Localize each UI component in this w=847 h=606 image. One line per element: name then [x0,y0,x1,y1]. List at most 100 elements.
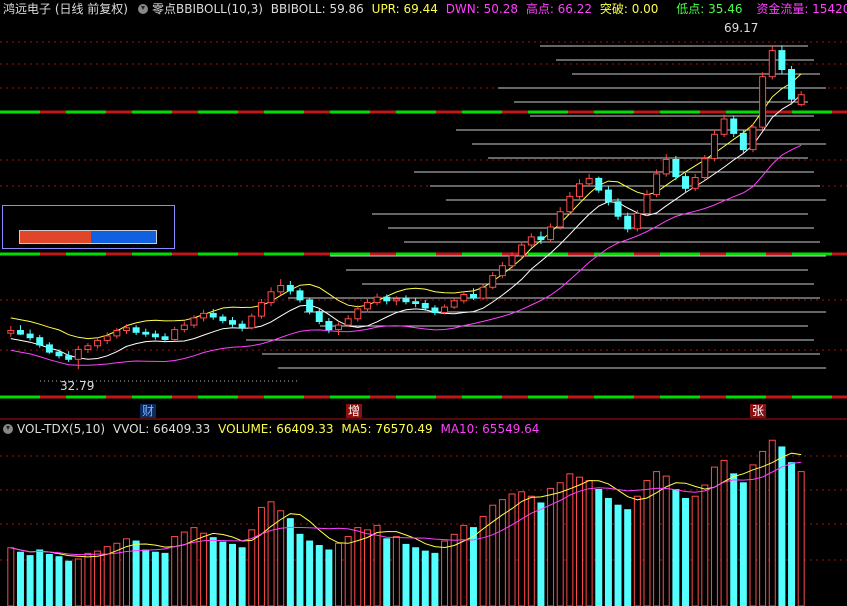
candle-body [26,333,34,339]
band-segment [370,252,396,256]
candle-body [16,330,24,335]
candle-body [691,177,699,189]
volume-bar [248,529,256,606]
volume-bar [691,495,699,606]
low-price-label: 32.79 [60,379,94,393]
candle-body [209,312,217,318]
volume-bar [778,446,786,606]
band-segment [396,252,436,256]
volume-bar [335,542,343,606]
band-segment [106,252,132,256]
volume-bar [55,556,63,606]
volume-bar [662,475,670,606]
candle-body [325,321,333,331]
volume-bar [103,546,111,606]
band-segment [396,110,436,114]
volume-bar [672,489,680,606]
candle-body [508,255,516,267]
fund-flow-value: 资金流量: 1542008 [756,2,847,16]
increase-mark[interactable]: 增 [346,404,363,418]
volume-value: VOLUME: 66409.33 [218,422,334,436]
volume-bar [614,504,622,606]
volume-bar [460,524,468,606]
volume-bar [373,524,381,606]
candle-body [797,94,805,106]
band-segment [238,110,264,114]
band-segment [462,110,502,114]
candle-body [662,159,670,175]
candle-body [633,213,641,230]
volume-bar [498,499,506,606]
volume-bar [508,493,516,606]
candle-body [344,318,352,326]
volume-bar [624,509,632,606]
candle-body [498,265,506,277]
band-segment [330,252,370,256]
volume-bar [595,489,603,606]
candle-body [537,236,545,241]
candle-body [65,355,73,360]
stock-title[interactable]: 鸿远电子 (日线 前复权) [3,2,128,16]
candle-body [527,236,535,246]
candle-body [238,323,246,329]
candle-body [248,315,256,329]
dropdown-icon[interactable] [3,424,13,434]
volume-bar [286,518,294,606]
volume-bar [65,560,73,606]
volume-bar [229,543,236,606]
candle-body [132,327,140,333]
volume-bar [537,502,545,606]
dropdown-icon[interactable] [138,4,148,14]
candle-body [94,339,102,347]
volume-bar [200,532,208,606]
candle-body [74,348,82,360]
vol-indicator-name[interactable]: VOL-TDX(5,10) [17,422,105,436]
candle-body [653,173,661,196]
band-segment [660,252,700,256]
candle-body [286,285,294,292]
band-segment [370,395,396,399]
band-segment [66,395,106,399]
candle-body [585,177,593,185]
volume-bar [122,538,130,606]
volume-bar [739,482,747,606]
candle-body [450,300,458,308]
band-segment [172,252,198,256]
volume-bar [412,547,420,606]
volume-bar [142,549,150,606]
band-segment [66,252,106,256]
fund-flow-bar [19,230,157,244]
band-segment [502,395,528,399]
band-segment [238,395,264,399]
volume-bar [383,538,391,606]
candle-body [595,177,603,191]
band-segment [330,110,370,114]
band-segment [304,395,330,399]
volume-bar [788,462,796,606]
volume-header: VOL-TDX(5,10) VVOL: 66409.33 VOLUME: 664… [0,420,847,438]
volume-bar [576,476,583,606]
candle-body [267,291,275,304]
band-segment [304,252,330,256]
band-segment [0,252,40,256]
candle-body [180,324,188,331]
band-segment [106,395,132,399]
indicator-name[interactable]: 零点BBIBOLL(10,3) [152,2,263,16]
ma5-value: MA5: 76570.49 [341,422,433,436]
band-segment [106,110,132,114]
ma10-value: MA10: 65549.64 [440,422,540,436]
band-segment [40,110,66,114]
candle-body [306,299,314,313]
candle-body [489,275,497,288]
candle-body [682,176,690,189]
breakout-value: 突破: 0.00 [599,2,659,16]
candle-body [229,320,236,325]
band-segment [0,395,40,399]
finance-mark[interactable]: 财 [140,404,157,418]
rise-mark[interactable]: 张 [750,404,767,418]
low-value: 低点: 35.46 [676,2,743,16]
volume-bar [161,552,169,606]
candle-body [604,189,612,203]
band-segment [264,110,304,114]
volume-bar [768,439,776,606]
